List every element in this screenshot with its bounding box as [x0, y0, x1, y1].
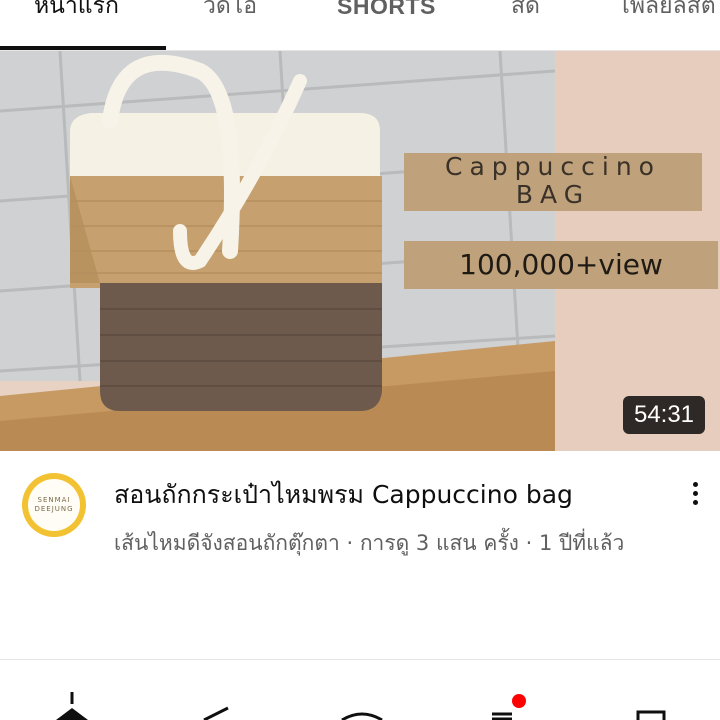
kebab-dot: [693, 500, 698, 505]
library-icon[interactable]: [632, 690, 672, 720]
video-meta: เส้นไหมดีจังสอนถักตุ๊กตา · การดู 3 แสน ค…: [114, 531, 625, 555]
tab-live[interactable]: สด: [511, 0, 540, 26]
video-title[interactable]: สอนถักกระเป๋าไหมพรม Cappuccino bag: [114, 478, 674, 512]
bottom-nav: [0, 690, 720, 720]
thumbnail-title-overlay: Cappuccino BAG: [404, 153, 702, 211]
kebab-dot: [693, 482, 698, 487]
tab-shorts[interactable]: SHORTS: [337, 0, 436, 26]
tab-videos[interactable]: วิดีโอ: [203, 0, 257, 26]
create-icon[interactable]: [338, 690, 386, 720]
bottom-divider: [0, 659, 720, 660]
thumbnail-views-overlay: 100,000+view: [404, 241, 718, 289]
video-thumbnail[interactable]: Cappuccino BAG 100,000+view: [0, 51, 720, 451]
home-icon[interactable]: [52, 690, 92, 720]
notification-dot: [512, 694, 526, 708]
kebab-dot: [693, 491, 698, 496]
shorts-icon[interactable]: [196, 690, 236, 720]
video-duration-badge: 54:31: [623, 396, 705, 434]
more-vert-icon[interactable]: [682, 476, 710, 512]
tab-playlists[interactable]: เพลย์ลิสต์: [622, 0, 716, 26]
avatar-logo-text: SENMAI DEEJUNG: [28, 479, 80, 531]
tab-home[interactable]: หน้าแรก: [34, 0, 119, 26]
channel-tabs: หน้าแรก วิดีโอ SHORTS สด เพลย์ลิสต์: [0, 0, 720, 50]
channel-avatar[interactable]: SENMAI DEEJUNG: [22, 473, 86, 537]
